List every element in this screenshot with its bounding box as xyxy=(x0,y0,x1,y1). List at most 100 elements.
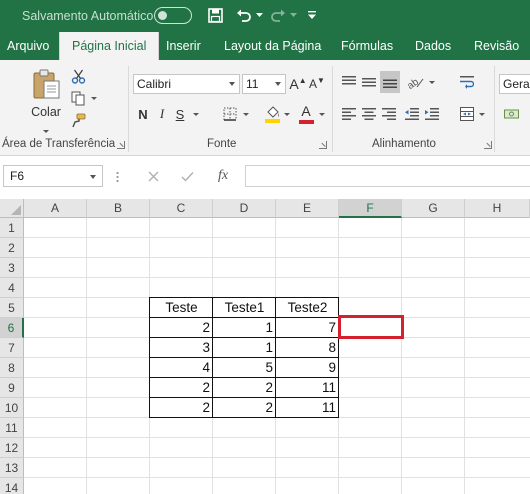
table-header-teste[interactable]: Teste xyxy=(150,298,213,318)
italic-button[interactable]: I xyxy=(154,104,170,124)
autosave-toggle[interactable] xyxy=(154,7,192,24)
row-header-12[interactable]: 12 xyxy=(0,438,24,458)
cancel-icon[interactable] xyxy=(144,167,162,185)
alignment-launcher-icon[interactable] xyxy=(484,141,492,149)
font-name-combo[interactable]: Calibri xyxy=(133,74,240,94)
tab-formulas[interactable]: Fórmulas xyxy=(341,32,393,60)
column-header-d[interactable]: D xyxy=(213,199,276,218)
decrease-indent-icon[interactable] xyxy=(403,104,421,124)
copy-dropdown-icon[interactable] xyxy=(91,97,97,100)
row-header-6[interactable]: 6 xyxy=(0,318,24,338)
underline-dropdown-icon[interactable] xyxy=(193,113,199,116)
font-color-dropdown-icon[interactable] xyxy=(319,113,325,116)
column-header-a[interactable]: A xyxy=(24,199,87,218)
borders-dropdown-icon[interactable] xyxy=(243,113,249,116)
font-size-combo[interactable]: 11 xyxy=(242,74,286,94)
row-header-1[interactable]: 1 xyxy=(0,218,24,238)
fill-color-button[interactable] xyxy=(262,102,282,126)
increase-indent-icon[interactable] xyxy=(423,104,441,124)
table-cell[interactable]: 8 xyxy=(276,338,339,358)
align-right-icon[interactable] xyxy=(380,104,398,124)
undo-dropdown-icon[interactable] xyxy=(254,4,264,26)
tab-dados[interactable]: Dados xyxy=(415,32,451,60)
table-cell[interactable]: 2 xyxy=(150,318,213,338)
row-header-9[interactable]: 9 xyxy=(0,378,24,398)
decrease-font-icon[interactable]: A ▼ xyxy=(308,74,326,94)
font-launcher-icon[interactable] xyxy=(319,141,327,149)
orientation-dropdown-icon[interactable] xyxy=(429,81,435,84)
table-cell[interactable]: 7 xyxy=(276,318,339,338)
orientation-icon[interactable]: ab xyxy=(406,72,426,92)
column-header-f[interactable]: F xyxy=(339,199,402,218)
table-cell[interactable]: 2 xyxy=(150,398,213,418)
paste-dropdown-icon[interactable] xyxy=(43,130,49,133)
row-header-3[interactable]: 3 xyxy=(0,258,24,278)
table-cell[interactable]: 11 xyxy=(276,398,339,418)
column-header-e[interactable]: E xyxy=(276,199,339,218)
customize-qat-icon[interactable] xyxy=(305,4,319,26)
worksheet-grid[interactable]: A B C D E F G H 1 2 3 4 5 6 7 8 9 10 11 … xyxy=(0,199,530,494)
format-painter-icon[interactable] xyxy=(68,110,88,130)
align-bottom-icon[interactable] xyxy=(380,71,400,93)
row-header-2[interactable]: 2 xyxy=(0,238,24,258)
increase-font-icon[interactable]: A ▲ xyxy=(289,74,307,94)
row-header-13[interactable]: 13 xyxy=(0,458,24,478)
column-header-h[interactable]: H xyxy=(465,199,530,218)
table-cell[interactable]: 4 xyxy=(150,358,213,378)
merge-center-icon[interactable] xyxy=(458,104,476,124)
table-cell[interactable]: 1 xyxy=(213,318,276,338)
select-all-button[interactable] xyxy=(0,199,24,218)
tab-layout-da-pagina[interactable]: Layout da Página xyxy=(224,32,321,60)
font-color-button[interactable]: A xyxy=(296,102,316,126)
table-cell[interactable]: 2 xyxy=(213,398,276,418)
row-header-8[interactable]: 8 xyxy=(0,358,24,378)
redo-dropdown-icon[interactable] xyxy=(288,4,298,26)
row-header-4[interactable]: 4 xyxy=(0,278,24,298)
insert-function-icon[interactable]: fx xyxy=(212,167,234,185)
tab-arquivo[interactable]: Arquivo xyxy=(7,32,49,60)
table-cell[interactable]: 11 xyxy=(276,378,339,398)
currency-format-icon[interactable] xyxy=(501,104,521,124)
table-cell[interactable]: 9 xyxy=(276,358,339,378)
formula-input[interactable] xyxy=(245,165,530,187)
merge-dropdown-icon[interactable] xyxy=(479,113,485,116)
table-header-teste2[interactable]: Teste2 xyxy=(276,298,339,318)
selected-cell-f6[interactable] xyxy=(338,315,404,339)
row-header-10[interactable]: 10 xyxy=(0,398,24,418)
tab-revisao[interactable]: Revisão xyxy=(474,32,519,60)
table-cell[interactable]: 2 xyxy=(213,378,276,398)
borders-icon[interactable] xyxy=(220,104,240,124)
number-format-combo[interactable]: Geral xyxy=(499,74,530,94)
table-cell[interactable]: 3 xyxy=(150,338,213,358)
bold-button[interactable]: N xyxy=(135,104,151,124)
row-header-11[interactable]: 11 xyxy=(0,418,24,438)
row-header-14[interactable]: 14 xyxy=(0,478,24,494)
fill-dropdown-icon[interactable] xyxy=(284,113,290,116)
table-cell[interactable]: 2 xyxy=(150,378,213,398)
table-cell[interactable]: 1 xyxy=(213,338,276,358)
align-middle-icon[interactable] xyxy=(360,72,378,92)
name-box[interactable]: F6 xyxy=(3,165,103,187)
row-header-5[interactable]: 5 xyxy=(0,298,24,318)
column-header-b[interactable]: B xyxy=(87,199,150,218)
table-cell[interactable]: 5 xyxy=(213,358,276,378)
enter-icon[interactable] xyxy=(178,167,196,185)
paste-button[interactable]: Colar xyxy=(26,68,66,130)
tab-inserir[interactable]: Inserir xyxy=(166,32,201,60)
tab-pagina-inicial[interactable]: Página Inicial xyxy=(59,32,160,60)
row-header-7[interactable]: 7 xyxy=(0,338,24,358)
column-header-g[interactable]: G xyxy=(402,199,465,218)
underline-button[interactable]: S xyxy=(172,104,188,124)
wrap-text-icon[interactable] xyxy=(458,72,476,92)
save-icon[interactable] xyxy=(204,4,226,26)
table-header-teste1[interactable]: Teste1 xyxy=(213,298,276,318)
align-center-icon[interactable] xyxy=(360,104,378,124)
redo-icon[interactable] xyxy=(268,4,288,26)
column-header-c[interactable]: C xyxy=(150,199,213,218)
align-top-icon[interactable] xyxy=(340,72,358,92)
align-left-icon[interactable] xyxy=(340,104,358,124)
copy-icon[interactable] xyxy=(68,88,88,108)
undo-icon[interactable] xyxy=(234,4,254,26)
formula-bar-splitter[interactable] xyxy=(116,171,119,183)
clipboard-launcher-icon[interactable] xyxy=(117,141,125,149)
